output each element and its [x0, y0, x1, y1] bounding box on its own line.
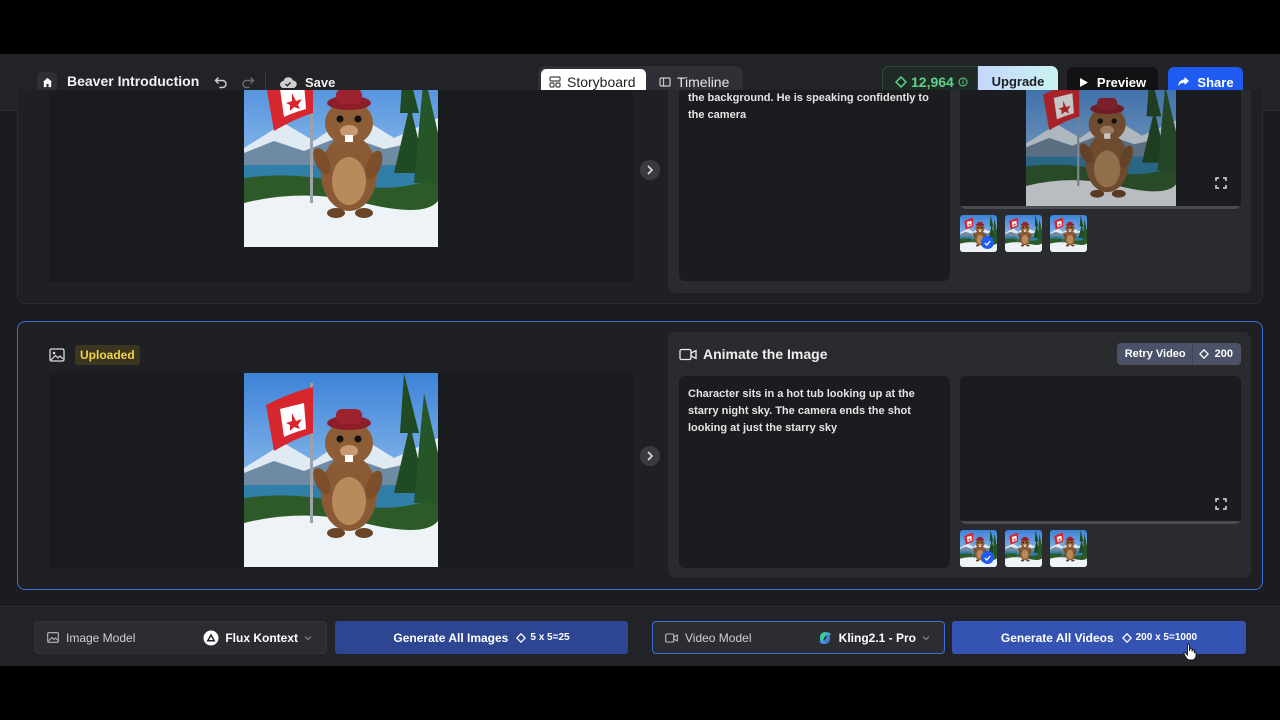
save-button[interactable]: Save: [279, 72, 335, 92]
image-area: [49, 373, 633, 568]
image-model-select[interactable]: Image Model Flux Kontext: [34, 621, 327, 654]
preview-label: Preview: [1096, 74, 1147, 90]
share-icon: [1178, 77, 1190, 87]
scene-card: the background. He is speaking confident…: [17, 90, 1263, 304]
redo-icon: [242, 77, 255, 89]
credits-value: 12,964: [911, 73, 954, 90]
bottom-bar: Image Model Flux Kontext Generate All Im…: [0, 606, 1280, 666]
thumbnail-strip: [960, 215, 1087, 252]
video-thumbnail[interactable]: [1050, 530, 1087, 567]
image-icon: [49, 348, 65, 362]
generate-videos-label: Generate All Videos: [1000, 630, 1114, 645]
save-label: Save: [305, 74, 336, 90]
beaver-image: [1005, 530, 1042, 567]
video-progress[interactable]: [960, 521, 1241, 524]
home-icon: [42, 77, 52, 87]
panel-title: Animate the Image: [679, 346, 827, 362]
chevron-down-icon: [922, 635, 930, 640]
beaver-image: [1026, 90, 1176, 206]
beaver-image: [244, 373, 438, 567]
video-preview[interactable]: [960, 90, 1241, 209]
diamond-icon: [1198, 349, 1209, 359]
diamond-icon: [895, 75, 907, 88]
cloud-check-icon: [280, 76, 297, 88]
beaver-image: [1005, 215, 1042, 252]
storyboard-icon: [549, 75, 561, 88]
app-window: Beaver Introduction Save Storyboard Time…: [0, 54, 1280, 666]
divider: [1191, 343, 1193, 365]
redo-button[interactable]: [239, 73, 257, 91]
beaver-image: [1050, 530, 1087, 567]
beaver-image: [1050, 215, 1087, 252]
generate-all-videos-button[interactable]: Generate All Videos 200 x 5=1000: [952, 621, 1246, 654]
chevron-right-icon: [647, 165, 654, 175]
check-icon: [981, 551, 994, 564]
image-model-label-wrap: Image Model: [47, 631, 135, 645]
scene-image[interactable]: [244, 90, 438, 247]
next-arrow-button[interactable]: [640, 160, 660, 180]
video-model-select[interactable]: Video Model Kling2.1 - Pro: [652, 621, 945, 654]
generate-videos-cost-wrap: 200 x 5=1000: [1121, 632, 1198, 643]
undo-button[interactable]: [212, 73, 230, 91]
diamond-icon: [516, 632, 527, 643]
video-frame: [1026, 90, 1176, 206]
generate-videos-cost: 200 x 5=1000: [1135, 632, 1198, 643]
video-camera-icon: [665, 632, 678, 643]
play-icon: [1079, 77, 1088, 87]
next-arrow-button[interactable]: [640, 446, 660, 466]
generate-images-cost: 5 x 5=25: [530, 632, 570, 643]
video-thumbnail[interactable]: [1050, 215, 1087, 252]
image-source-row: Uploaded: [49, 345, 140, 365]
generate-images-label: Generate All Images: [393, 630, 509, 645]
retry-label: Retry Video: [1124, 348, 1186, 360]
video-model-label-wrap: Video Model: [665, 631, 752, 645]
kling-logo-icon: [818, 631, 831, 644]
image-model-value-wrap: Flux Kontext: [203, 630, 312, 646]
tab-label: Timeline: [677, 73, 730, 90]
chevron-down-icon: [304, 635, 312, 640]
image-icon: [47, 632, 59, 643]
scene-image[interactable]: [244, 373, 438, 567]
prompt-text[interactable]: the background. He is speaking confident…: [679, 90, 950, 281]
project-title[interactable]: Beaver Introduction: [67, 73, 199, 89]
scene-card: Uploaded Animate the Image Retry Video 2…: [17, 321, 1263, 590]
uploaded-badge: Uploaded: [75, 345, 140, 365]
video-panel: the background. He is speaking confident…: [668, 90, 1251, 293]
generate-all-images-button[interactable]: Generate All Images 5 x 5=25: [335, 621, 628, 654]
video-model-value-wrap: Kling2.1 - Pro: [817, 630, 930, 646]
video-thumbnail[interactable]: [1005, 530, 1042, 567]
hand-cursor-icon: [1183, 643, 1197, 661]
generate-images-cost-wrap: 5 x 5=25: [516, 632, 570, 643]
fullscreen-icon[interactable]: [1215, 177, 1227, 189]
retry-cost: 200: [1214, 348, 1233, 360]
timeline-icon: [659, 76, 671, 87]
retry-video-button[interactable]: Retry Video 200: [1116, 343, 1241, 365]
image-area: [49, 90, 633, 282]
chevron-right-icon: [647, 451, 654, 461]
fullscreen-icon[interactable]: [1215, 498, 1227, 510]
diamond-icon: [1121, 632, 1132, 643]
video-camera-icon: [679, 348, 697, 360]
video-panel: Animate the Image Retry Video 200 Charac…: [668, 332, 1251, 578]
home-button[interactable]: [37, 72, 57, 92]
image-model-label: Image Model: [66, 630, 136, 645]
video-model-label: Video Model: [685, 630, 752, 645]
video-preview[interactable]: [960, 376, 1241, 524]
check-icon: [981, 236, 994, 249]
undo-icon: [214, 77, 227, 89]
video-thumbnail[interactable]: [960, 215, 997, 252]
info-icon: [958, 77, 968, 86]
tab-label: Storyboard: [567, 73, 636, 90]
video-thumbnail[interactable]: [960, 530, 997, 567]
share-label: Share: [1197, 74, 1234, 90]
video-progress[interactable]: [960, 206, 1241, 209]
panel-title-label: Animate the Image: [703, 346, 828, 362]
video-thumbnail[interactable]: [1005, 215, 1042, 252]
prompt-text[interactable]: Character sits in a hot tub looking up a…: [679, 376, 950, 568]
video-model-value: Kling2.1 - Pro: [838, 630, 916, 645]
flux-logo-icon: [203, 630, 219, 645]
thumbnail-strip: [960, 530, 1087, 567]
beaver-image: [244, 90, 438, 247]
image-model-value: Flux Kontext: [225, 630, 298, 645]
